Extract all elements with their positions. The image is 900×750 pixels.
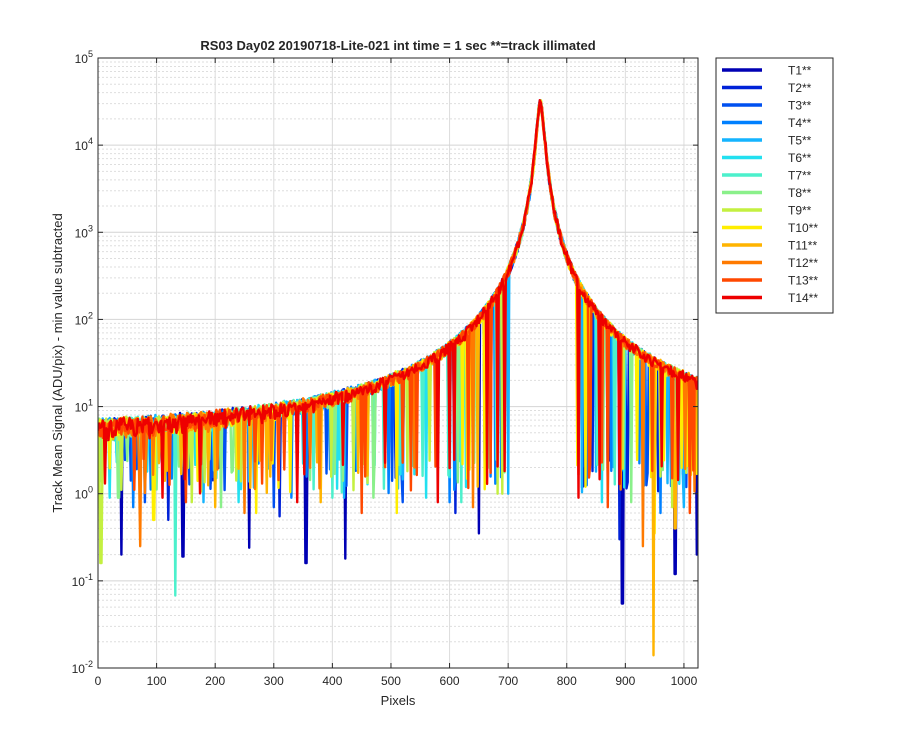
x-tick-label: 100 (147, 674, 167, 688)
legend-label: T7** (788, 169, 812, 183)
x-tick-label: 400 (322, 674, 342, 688)
legend-label: T1** (788, 64, 812, 78)
x-tick-label: 500 (381, 674, 401, 688)
y-axis-label: Track Mean Signal (ADU/pix) - min value … (50, 213, 65, 512)
chart-title: RS03 Day02 20190718-Lite-021 int time = … (200, 38, 595, 53)
legend-label: T5** (788, 134, 812, 148)
x-tick-label: 900 (615, 674, 635, 688)
legend-label: T6** (788, 151, 812, 165)
legend-label: T14** (788, 291, 818, 305)
x-tick-label: 800 (557, 674, 577, 688)
legend-label: T8** (788, 186, 812, 200)
x-tick-label: 300 (264, 674, 284, 688)
legend: T1** T2** T3** T4** T5** T6** T7** T8** T9** T10*… (715, 57, 834, 314)
legend-label: T12** (788, 256, 818, 270)
legend-label: T2** (788, 81, 812, 95)
legend-label: T13** (788, 274, 818, 288)
x-tick-label: 0 (95, 674, 102, 688)
legend-label: T10** (788, 221, 818, 235)
x-tick-label: 600 (440, 674, 460, 688)
x-tick-label: 700 (498, 674, 518, 688)
x-tick-label: 200 (205, 674, 225, 688)
legend-label: T11** (788, 239, 817, 253)
legend-label: T3** (788, 99, 812, 113)
x-axis-label: Pixels (381, 693, 416, 708)
chart: RS03 Day02 20190718-Lite-021 int time = … (0, 0, 900, 750)
legend-label: T9** (788, 204, 812, 218)
x-tick-label: 1000 (671, 674, 698, 688)
legend-label: T4** (788, 116, 812, 130)
